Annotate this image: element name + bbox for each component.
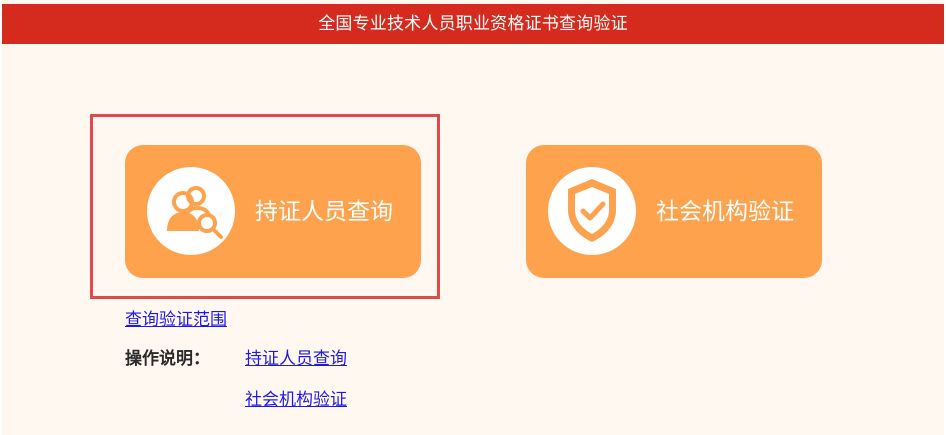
operation-instructions-label: 操作说明： [125, 349, 210, 369]
shield-check-icon [548, 167, 636, 255]
social-institution-verify-button[interactable]: 社会机构验证 [526, 145, 822, 278]
operation-link-institution-verify[interactable]: 社会机构验证 [245, 388, 347, 412]
operation-link-holder-query[interactable]: 持证人员查询 [245, 347, 347, 371]
header-title: 全国专业技术人员职业资格证书查询验证 [318, 14, 628, 34]
card-label: 持证人员查询 [255, 199, 393, 225]
card-label: 社会机构验证 [656, 199, 794, 225]
user-search-icon [147, 167, 235, 255]
page-frame: 全国专业技术人员职业资格证书查询验证 持证人员查询 社会机构验证 查询验证范围 … [2, 0, 944, 435]
page-header: 全国专业技术人员职业资格证书查询验证 [2, 4, 944, 44]
query-scope-link[interactable]: 查询验证范围 [125, 308, 227, 332]
certificate-holder-query-button[interactable]: 持证人员查询 [125, 145, 421, 278]
